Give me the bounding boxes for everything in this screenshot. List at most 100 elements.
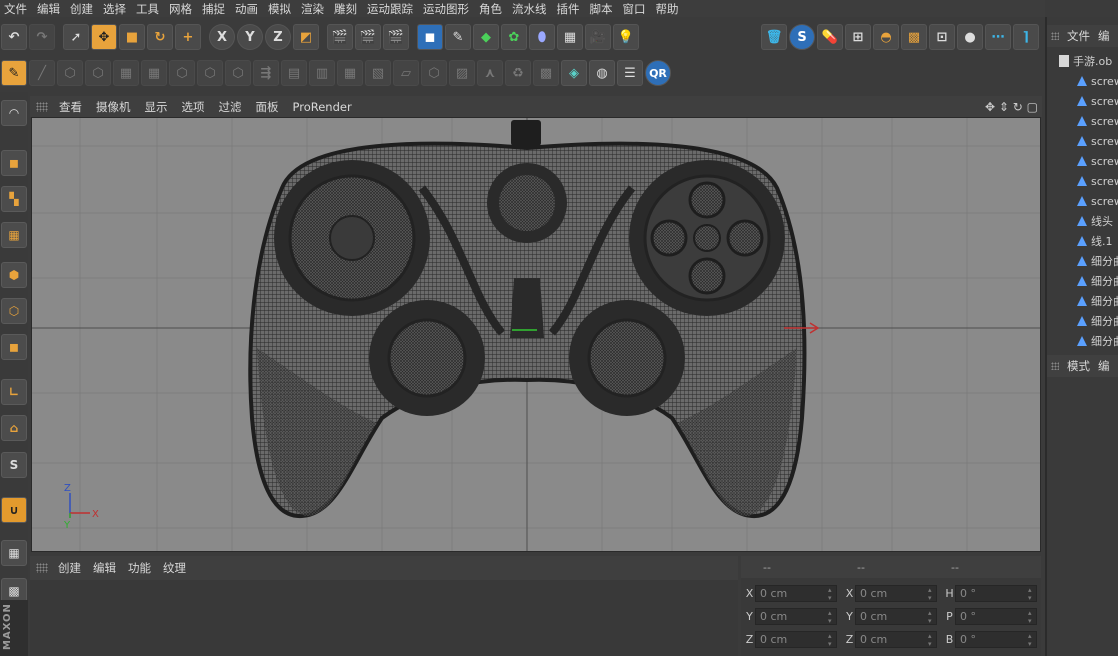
stripes-button[interactable]: ☰ xyxy=(617,60,643,86)
object-root[interactable]: 手游.ob xyxy=(1047,51,1118,71)
mesh-tool-5[interactable]: ⬡ xyxy=(225,60,251,86)
edges-mode-button[interactable]: ⬡ xyxy=(1,298,27,324)
polygon-tool-1[interactable]: ⬡ xyxy=(57,60,83,86)
panel-grip[interactable] xyxy=(1051,32,1059,40)
mesh-tool-7[interactable]: ▤ xyxy=(281,60,307,86)
list-item[interactable]: screw xyxy=(1047,91,1118,111)
mesh-tool-9[interactable]: ▦ xyxy=(337,60,363,86)
bracket-button[interactable]: ⌉ xyxy=(1013,24,1039,50)
mm-edit-menu[interactable]: 编辑 xyxy=(87,560,122,576)
grid-dots-button[interactable]: ⊡ xyxy=(929,24,955,50)
menu-simulate[interactable]: 模拟 xyxy=(264,1,297,17)
mesh-tool-14[interactable]: ⋏ xyxy=(477,60,503,86)
position-y-field[interactable]: 0 cm xyxy=(755,607,837,625)
cube-object-button[interactable]: ◼ xyxy=(417,24,443,50)
mesh-tool-13[interactable]: ▨ xyxy=(449,60,475,86)
panel-menu[interactable]: 面板 xyxy=(249,99,286,115)
grid-select-button[interactable]: ⊞ xyxy=(845,24,871,50)
solo-button[interactable]: S xyxy=(1,452,27,478)
undo-button[interactable]: ↶ xyxy=(1,24,27,50)
edge-tool-button[interactable]: ╱ xyxy=(29,60,55,86)
panel-grip[interactable] xyxy=(1051,362,1059,370)
basket-button[interactable]: ◓ xyxy=(873,24,899,50)
options-menu[interactable]: 选项 xyxy=(175,99,212,115)
tweak-mode-button[interactable]: ⌂ xyxy=(1,415,27,441)
filter-menu[interactable]: 过滤 xyxy=(212,99,249,115)
menu-file[interactable]: 文件 xyxy=(0,1,33,17)
dome-button[interactable]: ◠ xyxy=(1,100,27,126)
redo-button[interactable]: ↷ xyxy=(29,24,55,50)
menu-mograph[interactable]: 运动图形 xyxy=(419,1,475,17)
model-mode-button[interactable]: ◼ xyxy=(1,150,27,176)
rotation-b-field[interactable]: 0 ° xyxy=(955,630,1037,648)
position-x-field[interactable]: 0 cm xyxy=(755,584,837,602)
mesh-tool-4[interactable]: ⬡ xyxy=(197,60,223,86)
menu-mesh[interactable]: 网格 xyxy=(165,1,198,17)
position-z-field[interactable]: 0 cm xyxy=(755,630,837,648)
list-item[interactable]: 细分曲 xyxy=(1047,331,1118,351)
mesh-tool-3[interactable]: ⬡ xyxy=(169,60,195,86)
menu-tools[interactable]: 工具 xyxy=(132,1,165,17)
snap-button[interactable]: ∪ xyxy=(1,497,27,523)
move-tool-button[interactable]: ✥ xyxy=(91,24,117,50)
mesh-tool-12[interactable]: ⬡ xyxy=(421,60,447,86)
mesh-tool-10[interactable]: ▧ xyxy=(365,60,391,86)
menu-motion-tracking[interactable]: 运动跟踪 xyxy=(363,1,419,17)
pill-button[interactable]: 💊 xyxy=(817,24,843,50)
light-button[interactable]: 💡 xyxy=(613,24,639,50)
list-item[interactable]: screw xyxy=(1047,151,1118,171)
globe-button[interactable]: ◍ xyxy=(589,60,615,86)
viewport[interactable]: Z Y X xyxy=(31,117,1041,552)
lock-workplane-button[interactable]: ▦ xyxy=(1,540,27,566)
menu-snap[interactable]: 捕捉 xyxy=(198,1,231,17)
rotation-h-field[interactable]: 0 ° xyxy=(955,584,1037,602)
size-z-field[interactable]: 0 cm xyxy=(855,630,937,648)
z-axis-button[interactable]: Z xyxy=(265,24,291,50)
make-editable-button[interactable]: ✎ xyxy=(1,60,27,86)
size-y-field[interactable]: 0 cm xyxy=(855,607,937,625)
list-item[interactable]: screw xyxy=(1047,131,1118,151)
menu-create[interactable]: 创建 xyxy=(66,1,99,17)
list-item[interactable]: 细分曲 xyxy=(1047,291,1118,311)
mesh-tool-16[interactable]: ▩ xyxy=(533,60,559,86)
camera-button[interactable]: 🎥 xyxy=(585,24,611,50)
list-item[interactable]: 细分曲 xyxy=(1047,251,1118,271)
mesh-tool-1[interactable]: ▦ xyxy=(113,60,139,86)
list-item[interactable]: 细分曲 xyxy=(1047,271,1118,291)
subdivision-button[interactable]: ◆ xyxy=(473,24,499,50)
display-menu[interactable]: 显示 xyxy=(138,99,175,115)
tiles-button[interactable]: ▩ xyxy=(901,24,927,50)
axis-mode-button[interactable]: ∟ xyxy=(1,379,27,405)
list-item[interactable]: screw xyxy=(1047,191,1118,211)
list-item[interactable]: screw xyxy=(1047,111,1118,131)
menu-pipeline[interactable]: 流水线 xyxy=(508,1,553,17)
render-settings-button[interactable]: 🎬 xyxy=(383,24,409,50)
mm-function-menu[interactable]: 功能 xyxy=(122,560,157,576)
panel-grip[interactable] xyxy=(36,563,48,573)
trash-button[interactable]: 🗑 xyxy=(761,24,787,50)
menu-window[interactable]: 窗口 xyxy=(619,1,652,17)
mesh-tool-15[interactable]: ♻ xyxy=(505,60,531,86)
x-axis-button[interactable]: X xyxy=(209,24,235,50)
mesh-tool-6[interactable]: ⇶ xyxy=(253,60,279,86)
list-item[interactable]: 线头 xyxy=(1047,211,1118,231)
rotate-tool-button[interactable]: ↻ xyxy=(147,24,173,50)
rotation-p-field[interactable]: 0 ° xyxy=(955,607,1037,625)
menu-script[interactable]: 脚本 xyxy=(586,1,619,17)
menu-select[interactable]: 选择 xyxy=(99,1,132,17)
floor-button[interactable]: ▦ xyxy=(557,24,583,50)
mesh-tool-8[interactable]: ▥ xyxy=(309,60,335,86)
viewport-nav-icons[interactable]: ✥ ⇕ ↻ ▢ xyxy=(985,100,1038,114)
qr-button[interactable]: QR xyxy=(645,60,671,86)
pen-spline-button[interactable]: ✎ xyxy=(445,24,471,50)
menu-plugins[interactable]: 插件 xyxy=(553,1,586,17)
deformer-button[interactable]: ⬮ xyxy=(529,24,555,50)
list-item[interactable]: 细分曲 xyxy=(1047,311,1118,331)
mesh-tool-11[interactable]: ▱ xyxy=(393,60,419,86)
prorender-menu[interactable]: ProRender xyxy=(286,100,359,114)
s-plugin-button[interactable]: S xyxy=(789,24,815,50)
menu-help[interactable]: 帮助 xyxy=(652,1,685,17)
render-view-button[interactable]: 🎬 xyxy=(327,24,353,50)
spline-points-button[interactable]: ⋯ xyxy=(985,24,1011,50)
texture-mode-button[interactable]: ▚ xyxy=(1,186,27,212)
